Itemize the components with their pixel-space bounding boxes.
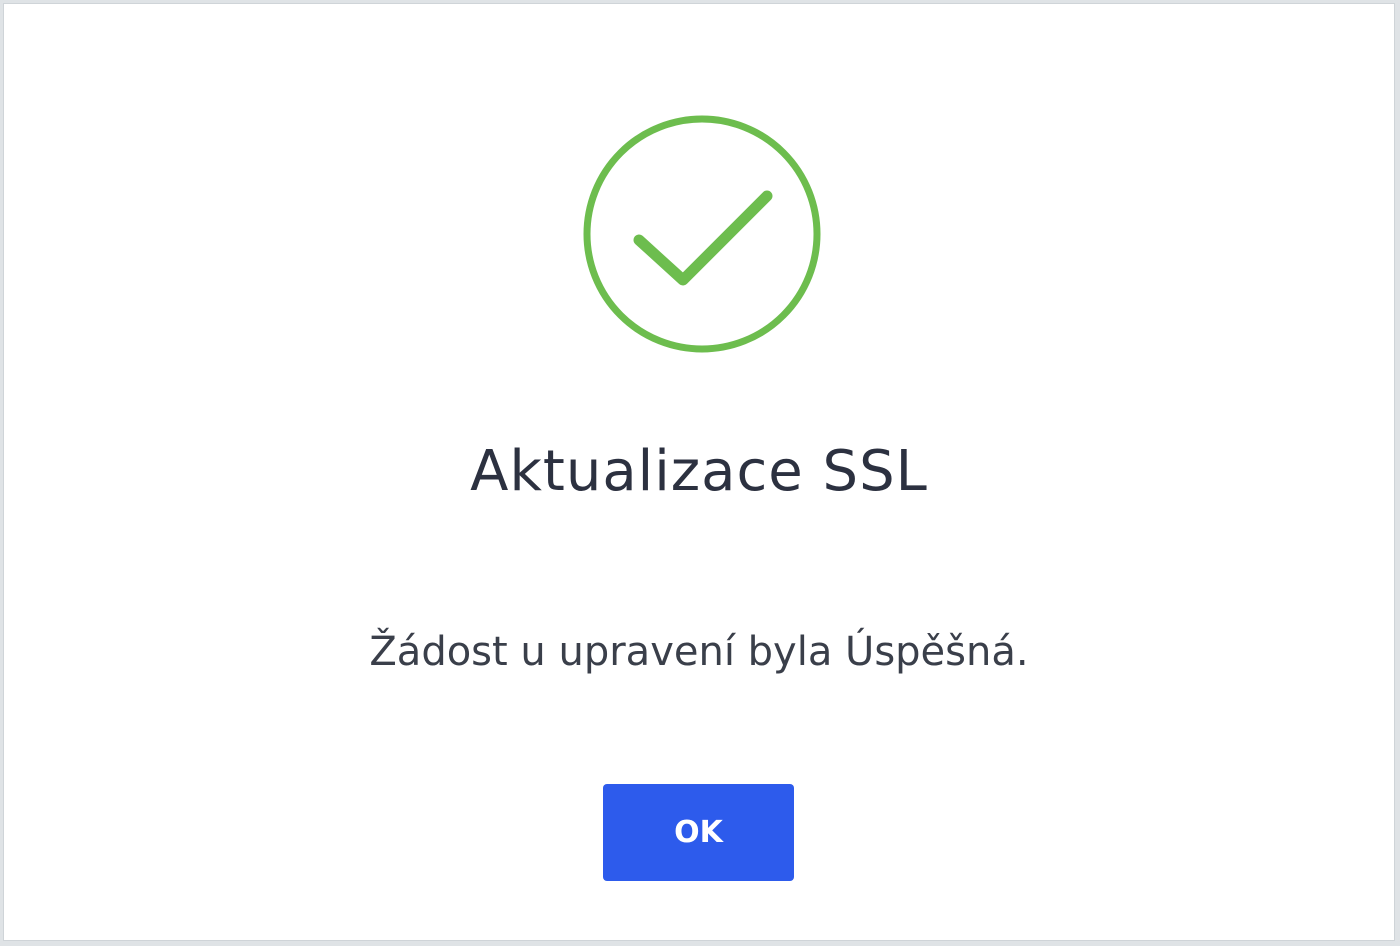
check-circle-icon: [582, 114, 822, 354]
ok-button[interactable]: OK: [603, 784, 794, 881]
dialog-title: Aktualizace SSL: [470, 439, 928, 504]
dialog-message: Žádost u upravení byla Úspěšná.: [369, 629, 1029, 675]
success-dialog: Aktualizace SSL Žádost u upravení byla Ú…: [3, 3, 1395, 941]
